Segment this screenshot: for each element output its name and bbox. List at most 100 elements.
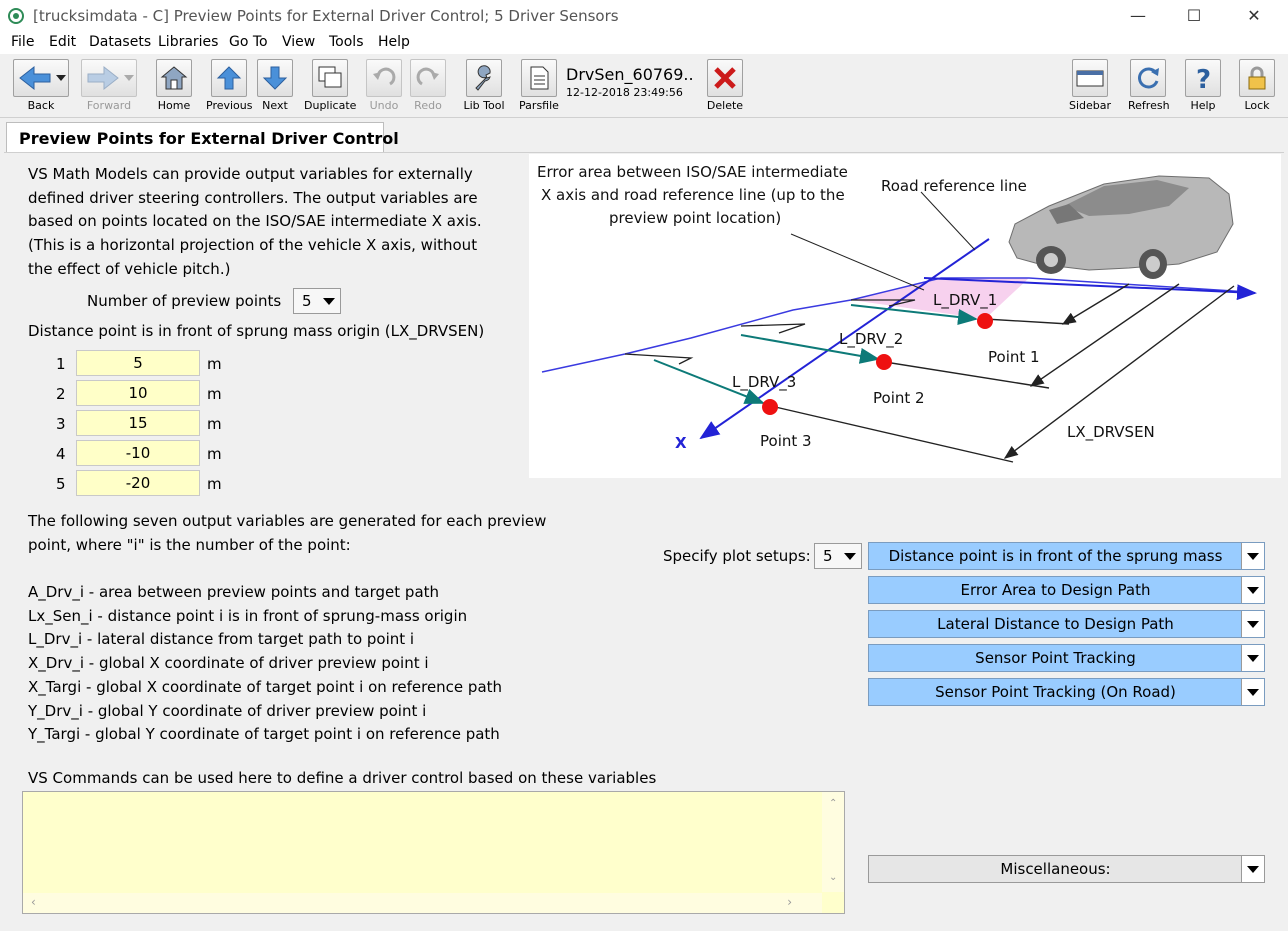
intro-line-1: VS Math Models can provide output variab… (28, 165, 473, 183)
menu-tools[interactable]: Tools (329, 34, 364, 50)
distance-field-2[interactable]: 10 (76, 380, 200, 406)
chevron-down-icon[interactable] (1241, 645, 1264, 671)
menu-bar: File Edit Datasets Libraries Go To View … (0, 32, 1288, 54)
intro-line-5: the effect of vehicle pitch.) (28, 260, 231, 278)
title-bar: [trucksimdata - C] Preview Points for Ex… (0, 0, 1288, 32)
duplicate-icon (312, 59, 348, 97)
padlock-icon (1239, 59, 1275, 97)
wrench-icon (466, 59, 502, 97)
home-icon (156, 59, 192, 97)
plot-setup-1[interactable]: Distance point is in front of the sprung… (868, 542, 1265, 570)
point-1-label: Point 1 (988, 348, 1040, 366)
forward-arrow-icon (81, 59, 137, 97)
unit-label: m (207, 385, 222, 403)
unit-label: m (207, 445, 222, 463)
chevron-down-icon[interactable] (1241, 611, 1264, 637)
menu-edit[interactable]: Edit (49, 34, 76, 50)
horizontal-scrollbar[interactable]: ‹ › (23, 893, 822, 913)
chevron-down-icon[interactable] (1241, 856, 1264, 882)
dataset-date: 12-12-2018 23:49:56 (566, 86, 683, 99)
chevron-down-icon[interactable] (1241, 543, 1264, 569)
l-drv-2-label: L_DRV_2 (839, 330, 903, 349)
unit-label: m (207, 475, 222, 493)
row-number: 5 (56, 475, 66, 493)
l-drv-3-label: L_DRV_3 (732, 373, 796, 392)
close-button[interactable]: ✕ (1234, 4, 1274, 28)
x-axis-label: X (675, 434, 687, 452)
menu-help[interactable]: Help (378, 34, 410, 50)
lock-button[interactable]: Lock (1238, 59, 1276, 115)
dataset-name: DrvSen_60769.. (566, 65, 694, 84)
window-title: [trucksimdata - C] Preview Points for Ex… (33, 7, 619, 25)
plot-setup-3[interactable]: Lateral Distance to Design Path (868, 610, 1265, 638)
error-area-label: Error area between ISO/SAE intermediate (537, 163, 848, 181)
intro-line-3: based on points located on the ISO/SAE i… (28, 212, 482, 230)
l-drv-1-label: L_DRV_1 (933, 291, 997, 310)
car-illustration (1008, 175, 1234, 279)
unit-label: m (207, 415, 222, 433)
plot-setup-5[interactable]: Sensor Point Tracking (On Road) (868, 678, 1265, 706)
delete-button[interactable]: Delete (706, 59, 744, 115)
delete-x-icon (707, 59, 743, 97)
distance-field-1[interactable]: 5 (76, 350, 200, 376)
output-item: L_Drv_i - lateral distance from target p… (28, 630, 415, 648)
forward-button[interactable]: Forward (80, 59, 138, 115)
preview-point-3 (762, 399, 778, 415)
refresh-icon (1130, 59, 1166, 97)
tab-preview-points[interactable]: Preview Points for External Driver Contr… (6, 122, 399, 152)
output-item: X_Targi - global X coordinate of target … (28, 678, 503, 696)
sidebar-icon (1072, 59, 1108, 97)
outputs-intro-1: The following seven output variables are… (28, 512, 547, 530)
plot-count-select[interactable]: 5 (814, 543, 862, 569)
commands-label: VS Commands can be used here to define a… (28, 769, 657, 787)
error-area-label: preview point location) (609, 209, 781, 227)
next-button[interactable]: Next (256, 59, 294, 115)
menu-datasets[interactable]: Datasets (89, 34, 151, 50)
scroll-down-icon: ⌄ (829, 872, 838, 883)
back-arrow-icon (13, 59, 69, 97)
help-button[interactable]: ? Help (1184, 59, 1222, 115)
svg-text:?: ? (1196, 65, 1211, 92)
distance-field-5[interactable]: -20 (76, 470, 200, 496)
miscellaneous-dropdown[interactable]: Miscellaneous: (868, 855, 1265, 883)
output-item: A_Drv_i - area between preview points an… (28, 583, 440, 601)
plot-setup-2[interactable]: Error Area to Design Path (868, 576, 1265, 604)
intro-line-4: (This is a horizontal projection of the … (28, 236, 478, 254)
maximize-button[interactable]: ☐ (1174, 4, 1214, 28)
menu-file[interactable]: File (11, 34, 34, 50)
sidebar-button[interactable]: Sidebar (1068, 59, 1112, 115)
row-number: 2 (56, 385, 66, 403)
undo-button[interactable]: Undo (365, 59, 403, 115)
back-button[interactable]: Back (12, 59, 70, 115)
preview-points-select[interactable]: 5 (293, 288, 341, 314)
menu-libraries[interactable]: Libraries (158, 34, 218, 50)
undo-icon (366, 59, 402, 97)
refresh-button[interactable]: Refresh (1128, 59, 1170, 115)
vs-commands-textarea[interactable]: ⌃ ⌄ ‹ › (22, 791, 845, 914)
chevron-down-icon[interactable] (1241, 577, 1264, 603)
app-icon (8, 8, 24, 24)
menu-view[interactable]: View (282, 34, 315, 50)
toolbar: Back Forward Home Previous Next Duplicat… (0, 55, 1288, 118)
chevron-down-icon[interactable] (1241, 679, 1264, 705)
distance-field-4[interactable]: -10 (76, 440, 200, 466)
parsfile-button[interactable]: Parsfile (518, 59, 560, 115)
scroll-left-icon: ‹ (31, 895, 36, 909)
home-button[interactable]: Home (155, 59, 193, 115)
chevron-down-icon (841, 544, 859, 568)
point-3-label: Point 3 (760, 432, 812, 450)
duplicate-button[interactable]: Duplicate (304, 59, 356, 115)
redo-button[interactable]: Redo (409, 59, 447, 115)
output-item: X_Drv_i - global X coordinate of driver … (28, 654, 429, 672)
plot-setup-4[interactable]: Sensor Point Tracking (868, 644, 1265, 672)
minimize-button[interactable]: — (1118, 4, 1158, 28)
redo-icon (410, 59, 446, 97)
distance-field-3[interactable]: 15 (76, 410, 200, 436)
previous-button[interactable]: Previous (206, 59, 253, 115)
plot-setups-label: Specify plot setups: (663, 547, 811, 565)
lib-tool-button[interactable]: Lib Tool (460, 59, 508, 115)
vertical-scrollbar[interactable]: ⌃ ⌄ (822, 792, 844, 892)
lx-drvsen-label: LX_DRVSEN (1067, 423, 1155, 442)
preview-point-1 (977, 313, 993, 329)
menu-goto[interactable]: Go To (229, 34, 268, 50)
